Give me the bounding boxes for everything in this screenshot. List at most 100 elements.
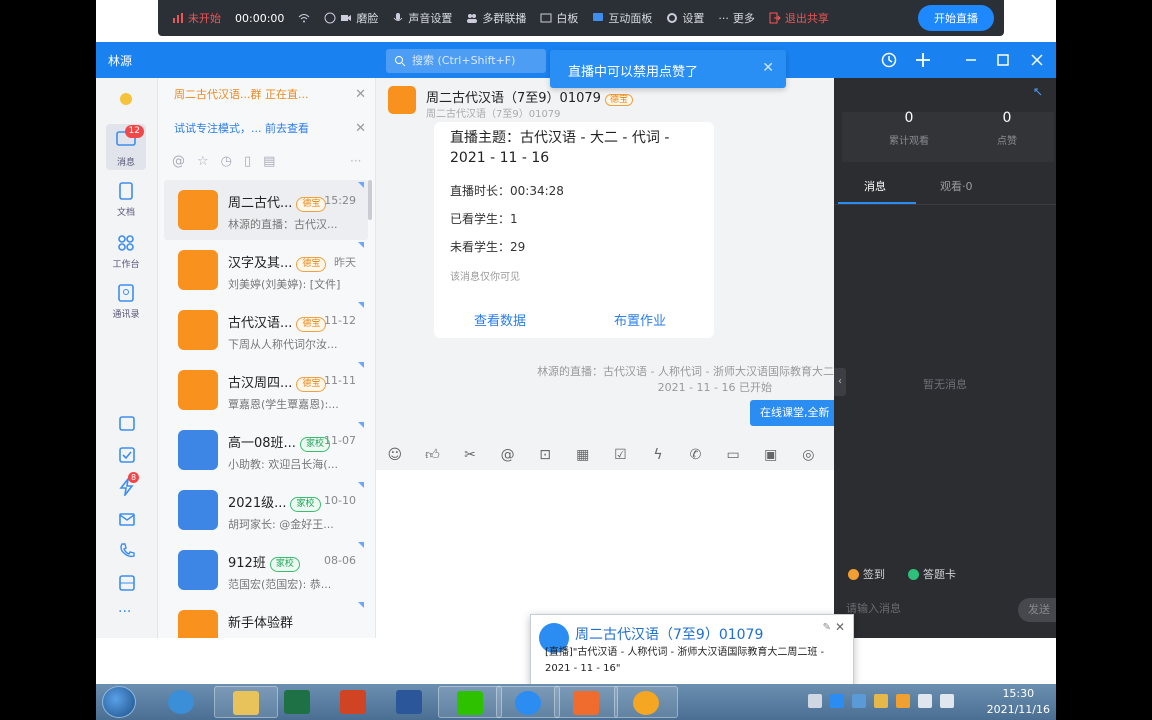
- tv-icon[interactable]: ▭: [714, 440, 752, 470]
- online-classroom-tip[interactable]: 在线课堂,全新: [750, 400, 834, 426]
- conversation-list: 周二古代汉语...群 正在直... ✕ 试试专注模式，... 前去查看 ✕ @ …: [158, 78, 376, 638]
- message-input-area[interactable]: [376, 470, 834, 638]
- conversation-item[interactable]: 912班 家校 08-06 范国宏(范国宏): 恭...: [164, 540, 368, 600]
- expand-icon[interactable]: [1032, 86, 1044, 98]
- close-icon[interactable]: ✕: [355, 82, 366, 108]
- mail-icon[interactable]: [118, 510, 136, 528]
- wifi-icon[interactable]: [298, 12, 310, 24]
- security-icon[interactable]: [896, 694, 910, 708]
- todo-check-icon[interactable]: [118, 446, 136, 464]
- calendar-icon[interactable]: ▦: [564, 440, 602, 470]
- interact-panel-button[interactable]: 互动面板: [592, 10, 652, 26]
- taskbar-live-app[interactable]: [614, 686, 678, 718]
- nav-workbench[interactable]: 工作台: [106, 234, 146, 280]
- audio-settings-button[interactable]: 声音设置: [392, 10, 452, 26]
- folder-add-icon[interactable]: ⊡: [526, 440, 564, 470]
- focus-mode-notice[interactable]: 试试专注模式，... 前去查看 ✕: [164, 116, 370, 142]
- history-icon[interactable]: [880, 51, 898, 69]
- close-icon[interactable]: ✕: [835, 620, 845, 634]
- nav-messages[interactable]: 12 消息: [106, 124, 146, 170]
- conversation-item[interactable]: 高一08班... 家校 11-07 小助教: 欢迎吕长海(...: [164, 420, 368, 480]
- calendar-icon[interactable]: [118, 414, 136, 432]
- scissors-icon[interactable]: ✂: [451, 440, 489, 470]
- view-data-link[interactable]: 查看数据: [474, 310, 526, 329]
- collapse-panel-button[interactable]: ‹: [834, 368, 846, 396]
- scrollbar[interactable]: [368, 180, 372, 220]
- taskbar-dingtalk[interactable]: [496, 686, 560, 718]
- at-icon[interactable]: @: [172, 154, 185, 169]
- taskbar-powerpoint[interactable]: [322, 686, 386, 718]
- conversation-item[interactable]: 古代汉语... 德宝 11-12 下周从人称代词尔汝...: [164, 300, 368, 360]
- window-title: 林源: [108, 54, 133, 68]
- popup-body: [直播]"古代汉语 - 人称代词 - 浙师大汉语国际教育大二周二班 - 2021…: [545, 647, 825, 674]
- panel-message-input[interactable]: 请输入消息: [846, 600, 901, 616]
- clock-icon[interactable]: ◷: [221, 154, 232, 169]
- close-icon[interactable]: ✕: [355, 116, 366, 142]
- taskbar-excel[interactable]: [266, 686, 330, 718]
- pin-icon[interactable]: ✎: [823, 622, 831, 633]
- plus-icon[interactable]: [914, 51, 932, 69]
- checkin-button[interactable]: 签到: [848, 566, 885, 582]
- folder-tray-icon[interactable]: [874, 694, 888, 708]
- tab-watching[interactable]: 观看·0: [940, 178, 973, 194]
- taskbar-word[interactable]: [378, 686, 442, 718]
- whiteboard-button[interactable]: 白板: [540, 10, 578, 26]
- thumbs-up-icon[interactable]: 👍︎: [414, 440, 452, 470]
- conversation-tag: 德宝: [296, 317, 327, 332]
- conversation-item[interactable]: 周二古代... 德宝 15:29 林源的直播：古代汉...: [164, 180, 368, 240]
- group-avatar[interactable]: [388, 86, 416, 114]
- ellipsis-icon[interactable]: ···: [350, 154, 361, 168]
- emoji-icon[interactable]: ☺: [376, 440, 414, 470]
- file-icon[interactable]: ▯: [244, 154, 251, 169]
- keyboard-icon[interactable]: [808, 694, 822, 708]
- beauty-button[interactable]: 磨脸: [324, 10, 378, 26]
- box-icon[interactable]: [118, 574, 136, 592]
- taskbar-wechat[interactable]: [438, 686, 502, 718]
- checkbox-icon[interactable]: ☑: [602, 440, 640, 470]
- conversation-item[interactable]: 2021级... 家校 10-10 胡珂家长: @金好王...: [164, 480, 368, 540]
- input-method-icon[interactable]: [852, 694, 866, 708]
- clock[interactable]: 15:30 2021/11/16: [987, 686, 1050, 718]
- settings-button[interactable]: 设置: [666, 10, 704, 26]
- star-icon[interactable]: ☆: [197, 154, 209, 169]
- taskbar-ppt-app[interactable]: [554, 686, 618, 718]
- answer-card-button[interactable]: 答题卡: [908, 566, 956, 582]
- conversation-item[interactable]: 新手体验群: [164, 600, 368, 638]
- doc-icon[interactable]: ▤: [263, 154, 275, 169]
- multi-group-button[interactable]: 多群联播: [466, 10, 526, 26]
- phone-icon[interactable]: ✆: [677, 440, 715, 470]
- close-icon[interactable]: [1028, 51, 1046, 69]
- at-icon[interactable]: @: [489, 440, 527, 470]
- notification-popup[interactable]: 周二古代汉语（7至9）01079 [直播]"古代汉语 - 人称代词 - 浙师大汉…: [530, 614, 854, 686]
- nav-contacts[interactable]: 通讯录: [106, 284, 146, 330]
- more-button[interactable]: ··· 更多: [718, 10, 755, 26]
- network-icon[interactable]: [940, 694, 954, 708]
- conversation-item[interactable]: 古汉周四... 德宝 11-11 覃嘉恩(学生覃嘉恩):...: [164, 360, 368, 420]
- live-notice[interactable]: 周二古代汉语...群 正在直... ✕: [164, 82, 370, 108]
- close-icon[interactable]: ✕: [762, 60, 774, 76]
- taskbar-ie[interactable]: [150, 686, 214, 718]
- tab-messages[interactable]: 消息: [864, 178, 886, 194]
- lightning-icon[interactable]: ϟ: [639, 440, 677, 470]
- group-avatar: [178, 490, 218, 530]
- minimize-icon[interactable]: [962, 51, 980, 69]
- ding-button[interactable]: 8: [118, 472, 140, 498]
- start-button[interactable]: [102, 686, 136, 718]
- volume-icon[interactable]: [918, 694, 932, 708]
- unread-corner-icon: [358, 542, 364, 548]
- exit-share-button[interactable]: 退出共享: [769, 10, 829, 26]
- maximize-icon[interactable]: [994, 51, 1012, 69]
- more-nav-icon[interactable]: ···: [118, 604, 131, 620]
- dingtalk-tray-icon[interactable]: [830, 694, 844, 708]
- search-placeholder: 搜索 (Ctrl+Shift+F): [412, 54, 516, 67]
- send-button[interactable]: 发送: [1018, 598, 1056, 622]
- nav-docs[interactable]: 文档: [106, 182, 146, 228]
- live-screen-icon[interactable]: ▣: [752, 440, 790, 470]
- phone-icon[interactable]: [118, 542, 136, 560]
- school-icon[interactable]: ◎: [790, 440, 828, 470]
- user-avatar[interactable]: [106, 88, 146, 112]
- start-live-button[interactable]: 开始直播: [918, 5, 994, 31]
- conversation-item[interactable]: 汉字及其... 德宝 昨天 刘美婷(刘美婷): [文件]: [164, 240, 368, 300]
- assign-homework-link[interactable]: 布置作业: [614, 310, 666, 329]
- search-input[interactable]: 搜索 (Ctrl+Shift+F): [386, 49, 546, 73]
